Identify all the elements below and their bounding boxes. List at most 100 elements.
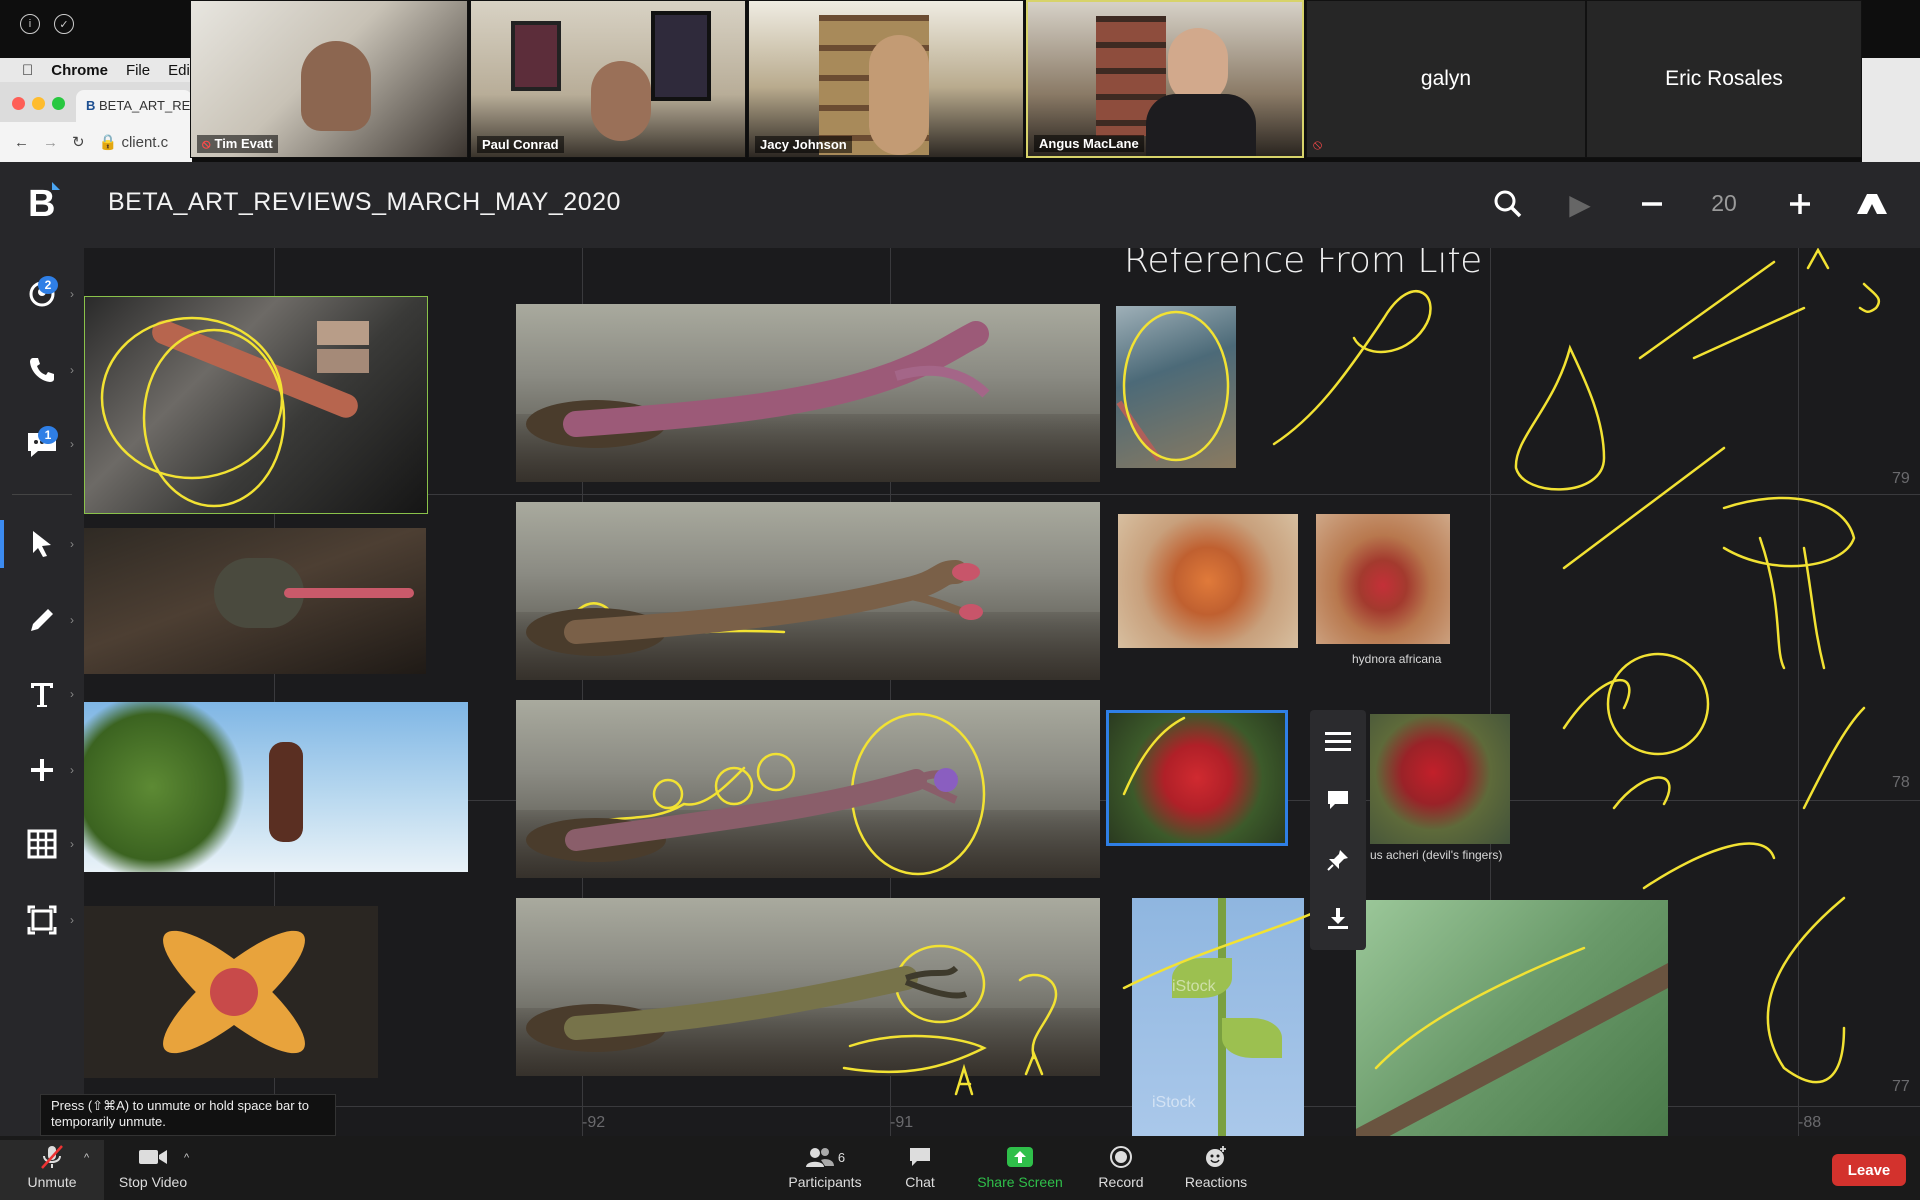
- zoom-level: 20: [1711, 190, 1737, 216]
- share-screen-icon: [1006, 1144, 1034, 1170]
- messages-button[interactable]: 1 ›: [0, 414, 84, 474]
- ref-photo-vine-stock[interactable]: iStock iStock: [1132, 898, 1304, 1136]
- chrome-tab[interactable]: B BETA_ART_RE: [76, 90, 192, 122]
- concept-art-1[interactable]: [516, 304, 1100, 482]
- chevron-right-icon: ›: [70, 437, 74, 451]
- ref-photo-devils-fingers-2[interactable]: [1370, 714, 1510, 844]
- participant-face: [301, 41, 371, 131]
- chrome-address-bar: ← → ↻ 🔒 client.c: [0, 122, 192, 162]
- video-tile[interactable]: Paul Conrad: [470, 0, 746, 158]
- stop-video-button[interactable]: Stop Video: [112, 1144, 194, 1190]
- stem-shape: [1116, 400, 1162, 462]
- pin-icon[interactable]: [1310, 832, 1366, 888]
- menu-app-name[interactable]: Chrome: [51, 62, 108, 79]
- chat-label: Chat: [905, 1174, 935, 1190]
- play-icon[interactable]: ▶: [1560, 186, 1600, 222]
- forward-icon[interactable]: →: [43, 134, 58, 151]
- text-tool[interactable]: ›: [0, 664, 84, 724]
- ref-photo-thorny-stem[interactable]: [1356, 900, 1668, 1136]
- record-label: Record: [1098, 1174, 1144, 1190]
- tentacle-drawing: [526, 768, 958, 862]
- frame-tool[interactable]: ›: [0, 890, 84, 950]
- grid-tool[interactable]: ›: [0, 814, 84, 874]
- share-screen-button[interactable]: Share Screen: [970, 1144, 1070, 1190]
- ref-photo-devils-fingers-selected[interactable]: [1106, 710, 1288, 846]
- zoom-in-icon[interactable]: [1780, 186, 1820, 222]
- movie-still-2[interactable]: [84, 528, 426, 674]
- ref-photo-hydnora-2[interactable]: [1316, 514, 1450, 644]
- cursor-icon: [33, 531, 51, 557]
- menu-file[interactable]: File: [126, 62, 150, 79]
- tongue-shape: [284, 588, 414, 598]
- address-field[interactable]: 🔒 client.c: [99, 133, 169, 151]
- presenter-view-icon[interactable]: [1852, 186, 1892, 222]
- back-icon[interactable]: ←: [14, 134, 29, 151]
- reload-icon[interactable]: ↻: [72, 133, 85, 151]
- coord-label-y: 78: [1892, 774, 1910, 791]
- pen-tool[interactable]: ›: [0, 590, 84, 650]
- chevron-right-icon: ›: [70, 687, 74, 701]
- tentacle-drawing: [526, 321, 990, 448]
- coord-label-x: -92: [582, 1114, 606, 1131]
- download-icon[interactable]: [1310, 890, 1366, 946]
- video-tile[interactable]: ⦸ Tim Evatt: [190, 0, 468, 158]
- ref-photo-plant-car[interactable]: [1116, 306, 1236, 468]
- caret-up-icon[interactable]: ^: [84, 1152, 89, 1164]
- leave-button[interactable]: Leave: [1832, 1154, 1906, 1186]
- mac-menu-bar:  Chrome File Edi: [0, 58, 192, 82]
- zoom-out-icon[interactable]: [1632, 186, 1672, 222]
- stop-video-label: Stop Video: [118, 1174, 188, 1190]
- collaborators-button[interactable]: 2 ›: [0, 264, 84, 324]
- concept-art-4[interactable]: [516, 898, 1100, 1076]
- watermark: iStock: [1172, 978, 1216, 995]
- phone-icon: [30, 358, 54, 382]
- apple-icon[interactable]: : [22, 62, 33, 79]
- maximize-window-icon[interactable]: [52, 97, 65, 110]
- leaf: [1222, 1018, 1282, 1058]
- tentacle-drawing: [526, 560, 983, 656]
- movie-still-4[interactable]: [84, 906, 378, 1078]
- board-canvas[interactable]: 79 78 77 -92 -91 -88 Reference From Life…: [84, 248, 1920, 1136]
- app-logo[interactable]: B: [28, 184, 62, 224]
- add-tool[interactable]: ›: [0, 740, 84, 800]
- participant-name: Paul Conrad: [482, 137, 559, 152]
- caption-hydnora: hydnora africana: [1352, 652, 1442, 666]
- movie-still-1[interactable]: [84, 296, 428, 514]
- menu-edit[interactable]: Edi: [168, 62, 190, 79]
- mic-muted-icon: ⦸: [202, 136, 211, 151]
- caret-up-icon[interactable]: ^: [184, 1152, 189, 1164]
- record-icon: [1109, 1144, 1133, 1170]
- movie-still-3[interactable]: [84, 702, 468, 872]
- search-icon[interactable]: [1488, 186, 1528, 222]
- chat-button[interactable]: Chat: [892, 1144, 948, 1190]
- close-window-icon[interactable]: [12, 97, 25, 110]
- info-icon[interactable]: i: [20, 14, 40, 34]
- menu-icon[interactable]: [1310, 714, 1366, 770]
- tile-label: Jacy Johnson: [755, 136, 852, 153]
- video-tile-name-only[interactable]: galyn ⦸: [1306, 0, 1586, 158]
- record-button[interactable]: Record: [1092, 1144, 1150, 1190]
- video-tile-active-speaker[interactable]: Angus MacLane: [1026, 0, 1304, 158]
- comment-icon[interactable]: [1310, 772, 1366, 828]
- concept-art-2[interactable]: [516, 502, 1100, 680]
- sidebar-divider: [12, 494, 72, 495]
- caption-devils-fingers: us acheri (devil's fingers): [1370, 848, 1503, 862]
- select-tool[interactable]: ›: [0, 514, 84, 574]
- video-tile-name-only[interactable]: Eric Rosales: [1586, 0, 1862, 158]
- ref-photo-hydnora-1[interactable]: [1118, 514, 1298, 648]
- unmute-button[interactable]: Unmute: [14, 1144, 90, 1190]
- video-camera-icon: [138, 1144, 168, 1170]
- coord-label-x: -91: [890, 1114, 914, 1131]
- tentacle-drawing: [526, 965, 968, 1052]
- shield-icon[interactable]: ✓: [54, 14, 74, 34]
- participant-name: Tim Evatt: [214, 136, 273, 151]
- participants-button[interactable]: 6 Participants: [780, 1144, 870, 1190]
- call-button[interactable]: ›: [0, 340, 84, 400]
- concept-art-3[interactable]: [516, 700, 1100, 878]
- zoom-info-icons: i ✓: [20, 14, 74, 34]
- video-tile[interactable]: Jacy Johnson: [748, 0, 1024, 158]
- unmute-label: Unmute: [27, 1174, 77, 1190]
- reactions-button[interactable]: Reactions: [1180, 1144, 1252, 1190]
- inset-video: [317, 349, 369, 373]
- minimize-window-icon[interactable]: [32, 97, 45, 110]
